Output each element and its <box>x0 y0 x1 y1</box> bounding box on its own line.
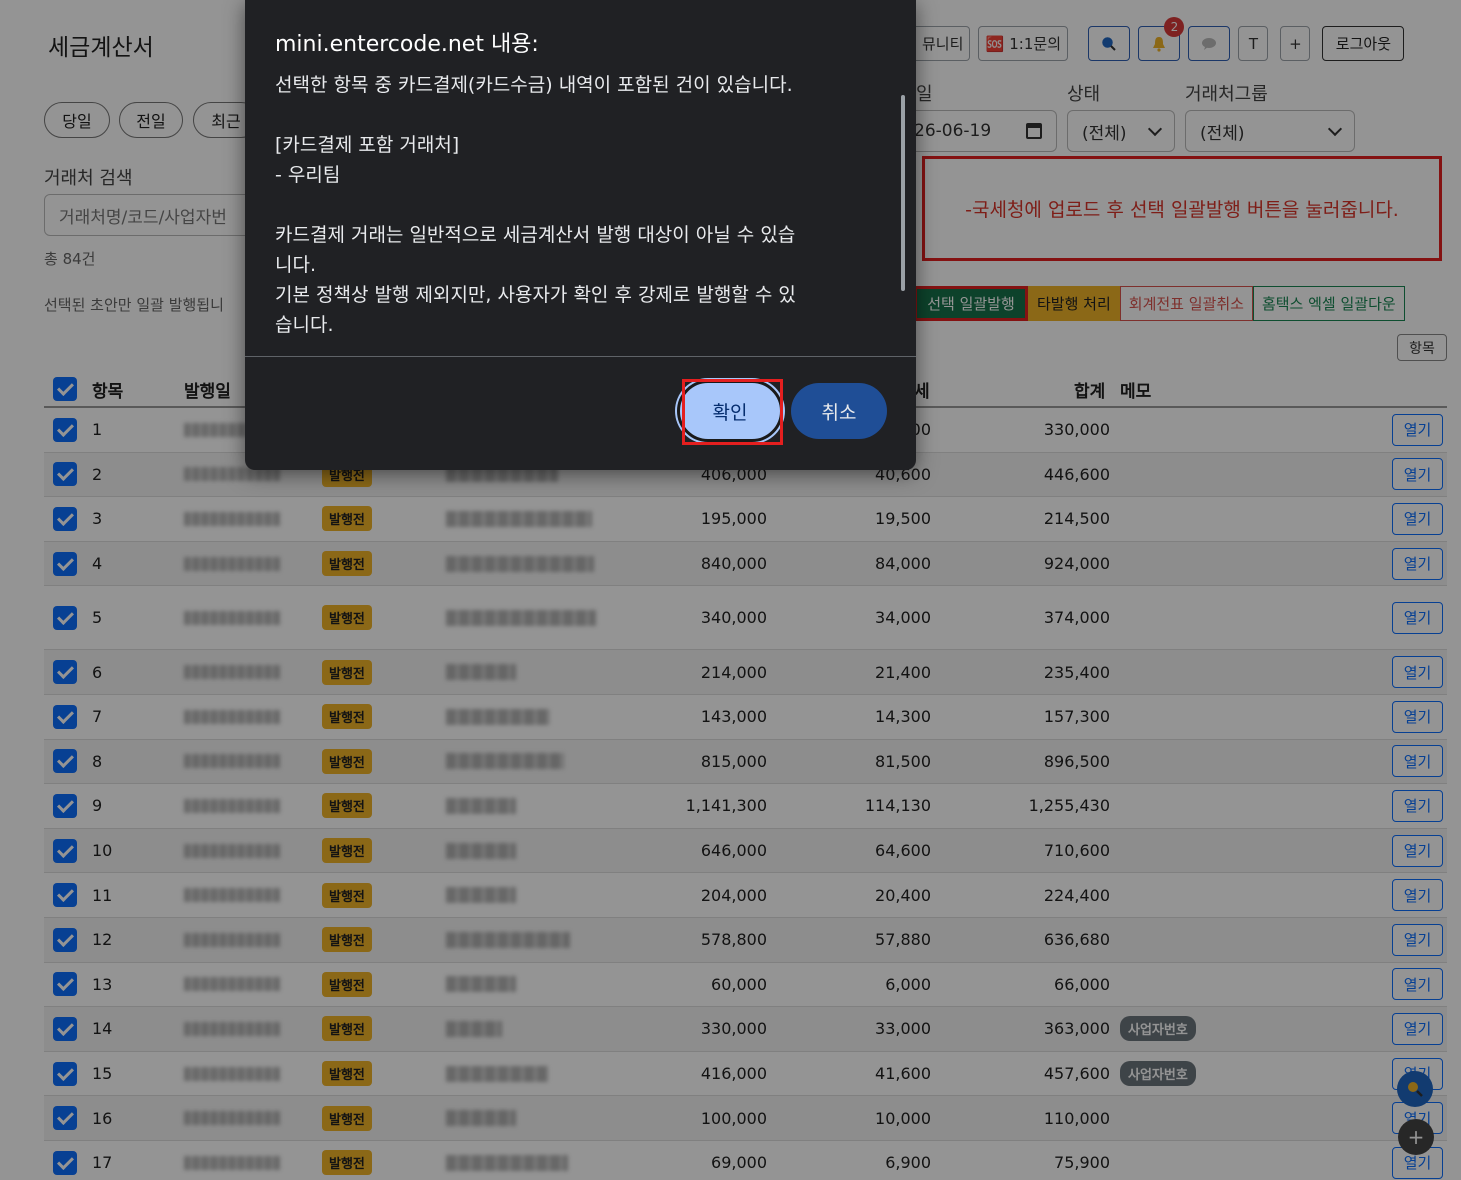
dialog-divider <box>245 356 916 357</box>
ok-highlight-box <box>682 379 783 445</box>
dialog-message: 선택한 항목 중 카드결제(카드수금) 내역이 포함된 건이 있습니다. [카드… <box>275 74 796 336</box>
dialog-scrollbar[interactable] <box>901 95 905 291</box>
dialog-title: mini.entercode.net 내용: <box>275 32 539 57</box>
cancel-button[interactable]: 취소 <box>791 383 887 439</box>
confirm-dialog: mini.entercode.net 내용: 선택한 항목 중 카드결제(카드수… <box>245 0 916 470</box>
